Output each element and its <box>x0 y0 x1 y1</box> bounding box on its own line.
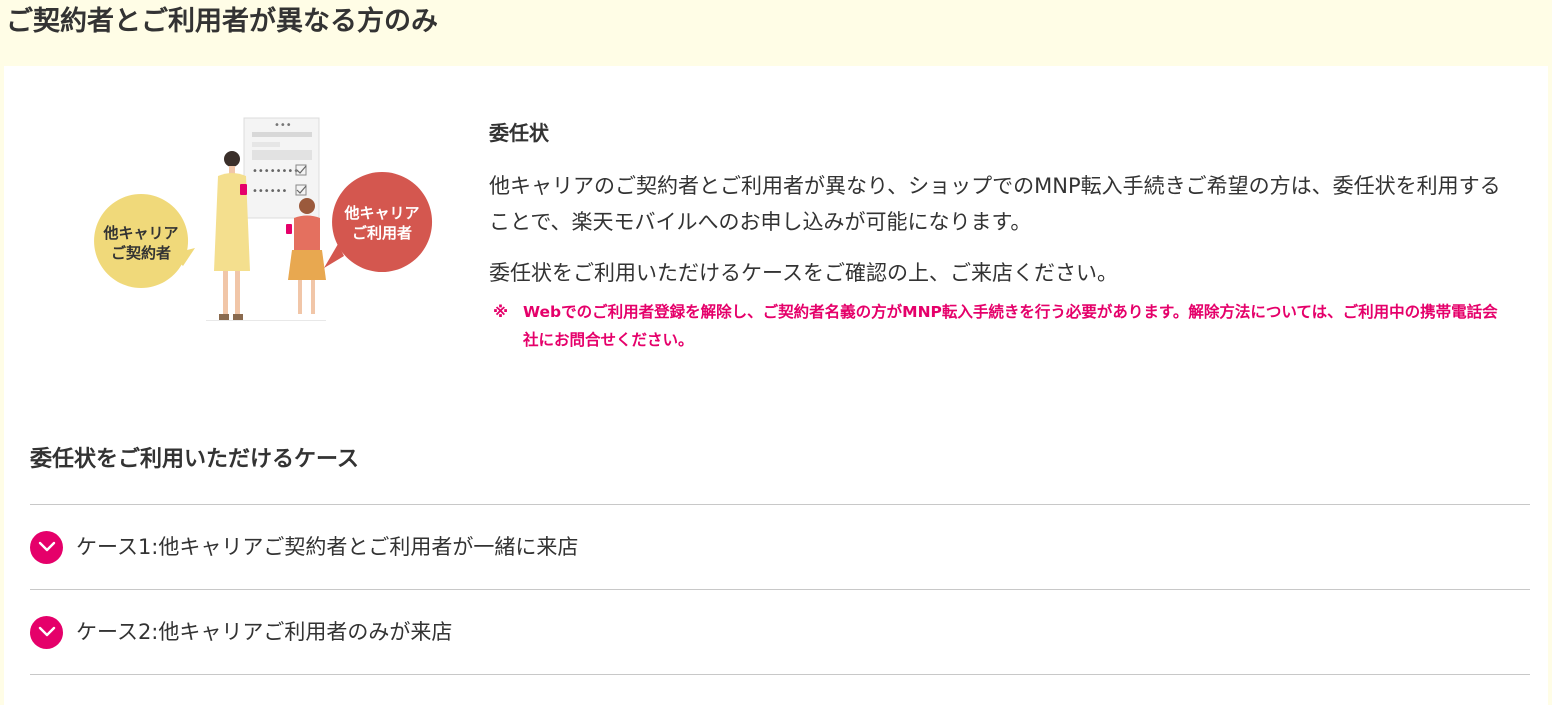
cases-heading: 委任状をご利用いただけるケース <box>30 447 359 472</box>
form-header-dots: ••• <box>274 120 292 131</box>
case-1-accordion[interactable]: ケース1:他キャリアご契約者とご利用者が一緒に来店 <box>30 505 1530 590</box>
page-header: ご契約者とご利用者が異なる方のみ <box>0 0 1552 64</box>
mandate-illustration: ••• •••••••• •••••• 他キャリア ご契約者 他キャリア ご利用… <box>94 117 433 321</box>
chevron-down-icon <box>30 530 63 564</box>
case-1-label: ケース1:他キャリアご契約者とご利用者が一緒に来店 <box>76 535 579 559</box>
note-mark: ※ <box>493 303 509 321</box>
case-2-label: ケース2:他キャリアご利用者のみが来店 <box>76 620 453 644</box>
mandate-instruction: 委任状をご利用いただけるケースをご確認の上、ご来店ください。 <box>489 261 1118 285</box>
mandate-section: 委任状 他キャリアのご契約者とご利用者が異なり、ショップでのMNP転入手続きご希… <box>489 119 1519 354</box>
contract-holder-bubble: 他キャリア ご契約者 <box>94 194 195 288</box>
form-dots-2: •••••• <box>252 186 287 197</box>
mandate-description: 他キャリアのご契約者とご利用者が異なり、ショップでのMNP転入手続きご希望の方は… <box>489 174 1501 234</box>
content-card: ••• •••••••• •••••• 他キャリア ご契約者 他キャリア ご利用… <box>4 66 1548 705</box>
web-mnp-note: ※ Webでのご利用者登録を解除し、ご契約者名義の方がMNP転入手続きを行う必要… <box>489 298 1519 354</box>
contract-holder-label-line2: ご契約者 <box>111 244 171 262</box>
mandate-title: 委任状 <box>489 121 549 145</box>
form-dots-1: •••••••• <box>252 166 299 177</box>
user-label-line2: ご利用者 <box>352 224 412 242</box>
contract-holder-label-line1: 他キャリア <box>102 224 178 242</box>
user-bubble: 他キャリア ご利用者 <box>324 172 433 272</box>
case-2-accordion[interactable]: ケース2:他キャリアご利用者のみが来店 <box>30 590 1530 675</box>
case-accordion-list: ケース1:他キャリアご契約者とご利用者が一緒に来店 ケース2:他キャリアご利用者… <box>30 504 1530 675</box>
woman-figure <box>214 151 250 320</box>
note-text: Webでのご利用者登録を解除し、ご契約者名義の方がMNP転入手続きを行う必要があ… <box>523 303 1498 349</box>
user-label-line1: 他キャリア <box>343 204 419 222</box>
page-title: ご契約者とご利用者が異なる方のみ <box>6 6 438 37</box>
chevron-down-icon <box>30 615 63 649</box>
